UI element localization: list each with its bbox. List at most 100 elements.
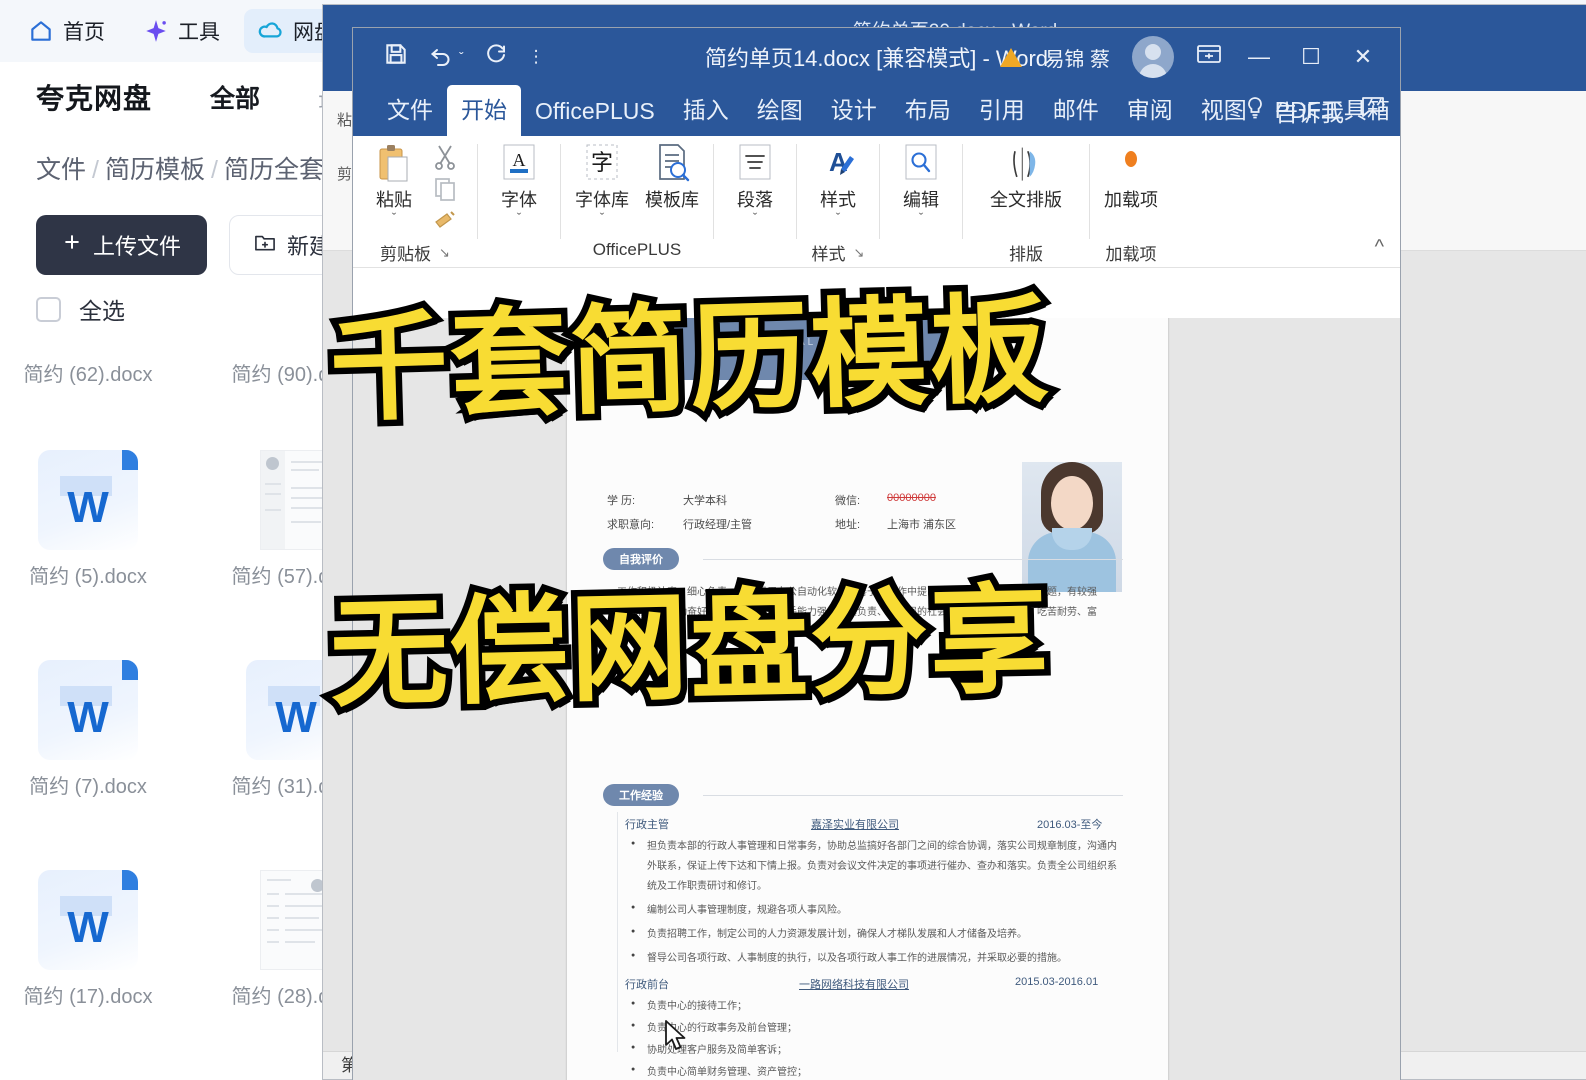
tab-mailings[interactable]: 邮件 (1039, 85, 1113, 136)
copy-icon[interactable] (433, 176, 467, 204)
font-group-label-spacer (517, 240, 522, 260)
addin-icon (1109, 142, 1153, 188)
nav-tab-home[interactable]: 首页 (14, 9, 119, 53)
user-avatar[interactable] (1132, 36, 1174, 78)
comment-icon[interactable] (1360, 95, 1386, 126)
ribbon-display-icon[interactable] (1196, 43, 1222, 71)
breadcrumb-item-1[interactable]: 简历模板 (105, 156, 205, 184)
job-bullet: 负责中心的接待工作； (631, 998, 747, 1017)
paragraph-caret[interactable]: ˇ (753, 211, 757, 224)
chevron-up-icon[interactable]: ^ (1375, 236, 1384, 259)
full-layout-label: 全文排版 (990, 190, 1062, 210)
paragraph-icon (733, 142, 777, 188)
paste-dropdown-caret[interactable]: ˇ (392, 211, 396, 224)
word-window-active[interactable]: ˇ ⋮ 简约单页14.docx [兼容模式] - Word 易锦 蔡 — ☐ ✕… (353, 28, 1400, 1080)
tell-me-box[interactable]: 告诉我 (1245, 94, 1344, 128)
word-ribbon-tabs: 文件 开始 OfficePLUS 插入 绘图 设计 布局 引用 邮件 审阅 视图… (353, 85, 1400, 136)
paste-button[interactable]: 粘贴 ˇ (363, 142, 425, 224)
styles-group-title: 样式 (811, 245, 846, 264)
select-all-label: 全选 (79, 298, 125, 324)
font-library-button[interactable]: 字 字体库 ˇ (571, 142, 633, 224)
word-maximize-button[interactable]: ☐ (1296, 46, 1326, 68)
font-library-label: 字体库 (575, 190, 629, 210)
filter-tab-all[interactable]: 全部 (210, 79, 260, 115)
job-bullet: 督导公司各项行政、人事制度的执行，以及各项行政人事工作的进展情况，并采取必要的措… (631, 950, 1117, 969)
nav-tab-tools[interactable]: 工具 (129, 9, 234, 53)
overlay-caption-line-2: 无偿网盘分享 (322, 564, 1058, 730)
word-minimize-button[interactable]: — (1244, 46, 1274, 68)
styles-icon: A (816, 142, 860, 188)
tab-references[interactable]: 引用 (965, 85, 1039, 136)
job-date: 2016.03-至今 (1037, 819, 1103, 831)
cut-icon[interactable] (433, 144, 467, 172)
undo-icon[interactable] (429, 42, 453, 72)
resume-info-value: 行政经理/主管 (683, 519, 753, 531)
ribbon-group-officeplus: 字 字体库 ˇ 模板库 OfficePLUS (561, 136, 713, 267)
section-title-self-evaluation: 自我评价 (603, 548, 679, 570)
upload-file-label: 上传文件 (93, 234, 182, 259)
font-label: 字体 (501, 190, 537, 210)
full-layout-button[interactable]: 全文排版 (973, 142, 1079, 211)
section-divider (703, 795, 1123, 796)
nav-tab-home-label: 首页 (63, 21, 105, 44)
tab-file[interactable]: 文件 (373, 85, 447, 136)
app-brand-title: 夸克网盘 (36, 83, 153, 114)
editing-button[interactable]: 编辑 ˇ (890, 142, 952, 224)
paragraph-label: 段落 (737, 190, 773, 210)
signed-in-user[interactable]: 易锦 蔡 (1044, 43, 1110, 72)
ribbon-group-typesetting: 全文排版 排版 (963, 136, 1089, 267)
redo-icon[interactable] (484, 42, 508, 72)
word-ribbon: 粘贴 ˇ 剪贴板 ↘ A 字体 ˇ 字 字体库 ˇ 模板库 OfficePLUS… (353, 136, 1400, 268)
save-icon[interactable] (383, 41, 409, 73)
mouse-cursor (664, 1020, 690, 1059)
font-button[interactable]: A 字体 ˇ (488, 142, 550, 224)
job-company: 嘉泽实业有限公司 (811, 819, 899, 831)
addin-button[interactable]: 加载项 (1100, 142, 1162, 211)
sparkle-icon (143, 18, 169, 44)
list-item[interactable]: 简约 (62).docx (0, 360, 188, 390)
template-library-label: 模板库 (645, 190, 699, 210)
format-painter-icon[interactable] (433, 208, 467, 236)
tab-home[interactable]: 开始 (447, 85, 521, 136)
job-bullet: 担负责本部的行政人事管理和日常事务，协助总监搞好各部门之间的综合协调，落实公司规… (631, 838, 1117, 857)
select-all-control[interactable]: 全选 (36, 292, 125, 326)
list-item[interactable]: W 简约 (5).docx (0, 450, 188, 592)
resume-info-label: 地址: (835, 519, 861, 531)
tab-officeplus[interactable]: OfficePLUS (521, 92, 669, 136)
list-item[interactable]: W 简约 (7).docx (0, 660, 188, 802)
paragraph-button[interactable]: 段落 ˇ (724, 142, 786, 224)
editing-group-label-spacer (919, 240, 924, 260)
ribbon-group-clipboard: 粘贴 ˇ 剪贴板 ↘ (353, 136, 477, 267)
nav-tab-tools-label: 工具 (178, 21, 220, 44)
upload-file-button[interactable]: 上传文件 (36, 215, 208, 275)
styles-button[interactable]: A 样式 ˇ (807, 142, 869, 224)
paste-icon (372, 142, 416, 188)
qat-more-icon[interactable]: ⋮ (528, 47, 545, 67)
section-title-work-experience: 工作经验 (603, 784, 679, 806)
styles-caret[interactable]: ˇ (836, 211, 840, 224)
styles-dialog-launcher-icon[interactable]: ↘ (854, 245, 865, 261)
tab-review[interactable]: 审阅 (1113, 85, 1187, 136)
undo-dropdown-caret[interactable]: ˇ (459, 49, 464, 65)
word-window-right-controls: 易锦 蔡 — ☐ ✕ (1000, 28, 1400, 86)
tab-draw[interactable]: 绘图 (743, 85, 817, 136)
editing-caret[interactable]: ˇ (919, 211, 923, 224)
job-bullet-cont: 统及工作职责研讨和修订。 (647, 881, 767, 892)
breadcrumb-separator: / (92, 156, 99, 184)
select-all-checkbox[interactable] (36, 296, 61, 322)
list-item[interactable]: W 简约 (17).docx (0, 870, 188, 1012)
word-close-button[interactable]: ✕ (1348, 46, 1378, 68)
svg-text:字: 字 (591, 150, 613, 175)
ribbon-group-styles: A 样式 ˇ 样式 ↘ (797, 136, 879, 267)
template-library-button[interactable]: 模板库 (641, 142, 703, 211)
font-dropdown-caret[interactable]: ˇ (517, 211, 521, 224)
job-title: 行政前台 (625, 979, 669, 991)
tab-layout[interactable]: 布局 (891, 85, 965, 136)
styles-label: 样式 (820, 190, 856, 210)
tab-design[interactable]: 设计 (817, 85, 891, 136)
font-library-caret[interactable]: ˇ (600, 211, 604, 224)
breadcrumb-item-0[interactable]: 文件 (36, 156, 86, 184)
tab-insert[interactable]: 插入 (669, 85, 743, 136)
clipboard-dialog-launcher-icon[interactable]: ↘ (439, 245, 450, 261)
addins-group-label: 加载项 (1105, 245, 1157, 264)
